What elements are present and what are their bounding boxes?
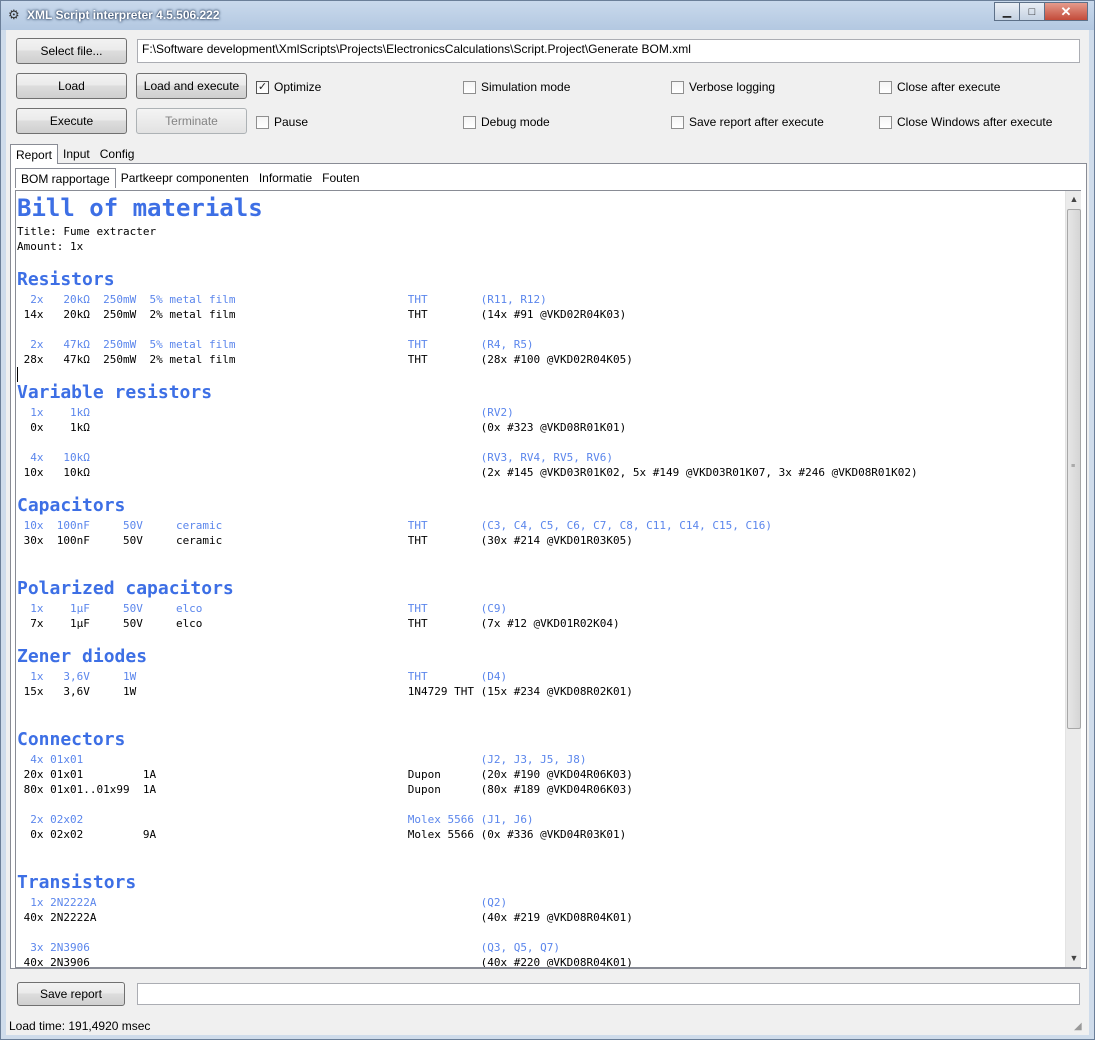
bom-line: 0x 1kΩ (0x #323 @VKD08R01K01) bbox=[17, 421, 627, 434]
bom-report-view[interactable]: Bill of materials Title: Fume extracter … bbox=[16, 191, 1065, 967]
optimize-label: Optimize bbox=[274, 80, 322, 94]
section-variable-resistors: Variable resistors bbox=[17, 382, 213, 403]
optimize-checkbox[interactable]: ✓ Optimize bbox=[256, 79, 321, 95]
bom-line: 40x 2N2222A (40x #219 @VKD08R04K01) bbox=[17, 911, 633, 924]
bom-line: 1x 1kΩ (RV2) bbox=[17, 406, 514, 419]
bom-line: 1x 1µF 50V elco THT (C9) bbox=[17, 602, 508, 615]
bom-line: 28x 47kΩ 250mW 2% metal film THT (28x #1… bbox=[17, 353, 633, 366]
checkmark-icon: ✓ bbox=[256, 80, 269, 94]
bom-line: 2x 47kΩ 250mW 5% metal film THT (R4, R5) bbox=[17, 338, 534, 351]
close-button[interactable]: ✕ bbox=[1044, 2, 1088, 21]
bom-line: 20x 01x01 1A Dupon (20x #190 @VKD04R06K0… bbox=[17, 768, 633, 781]
gear-app-icon: ⚙ bbox=[8, 7, 20, 22]
execute-button[interactable]: Execute bbox=[16, 108, 127, 134]
resize-grip-icon[interactable]: ◢ bbox=[1074, 1021, 1086, 1033]
client-area: Select file... F:\Software development\X… bbox=[6, 30, 1089, 1035]
main-window: ⚙ XML Script interpreter 4.5.506.222 ▁ □… bbox=[0, 0, 1095, 1040]
pause-checkbox[interactable]: Pause bbox=[256, 114, 308, 130]
section-polarized-capacitors: Polarized capacitors bbox=[17, 578, 234, 599]
simulation-mode-checkbox[interactable]: Simulation mode bbox=[463, 79, 570, 95]
section-connectors: Connectors bbox=[17, 729, 126, 750]
tab-bom-rapportage[interactable]: BOM rapportage bbox=[15, 168, 116, 188]
minimize-button[interactable]: ▁ bbox=[994, 2, 1020, 21]
bom-line: 2x 02x02 Molex 5566 (J1, J6) bbox=[17, 813, 534, 826]
bom-line: 0x 02x02 9A Molex 5566 (0x #336 @VKD04R0… bbox=[17, 828, 627, 841]
bom-line: 10x 100nF 50V ceramic THT (C3, C4, C5, C… bbox=[17, 519, 772, 532]
terminate-button[interactable]: Terminate bbox=[136, 108, 247, 134]
close-after-execute-label: Close after execute bbox=[897, 80, 1001, 94]
debug-mode-label: Debug mode bbox=[481, 115, 550, 129]
bom-line: 10x 10kΩ (2x #145 @VKD03R01K02, 5x #149 … bbox=[17, 466, 918, 479]
tab-informatie[interactable]: Informatie bbox=[254, 168, 317, 188]
outer-tab-strip: Report Input Config bbox=[10, 144, 139, 164]
grip-icon: ≡ bbox=[1071, 463, 1076, 470]
bom-line: 3x 2N3906 (Q3, Q5, Q7) bbox=[17, 941, 561, 954]
report-title-line: Title: Fume extracter bbox=[17, 225, 157, 238]
load-and-execute-button[interactable]: Load and execute bbox=[136, 73, 247, 99]
select-file-button[interactable]: Select file... bbox=[16, 38, 127, 64]
report-scrollbar[interactable]: ▲ ≡ ▼ bbox=[1065, 191, 1081, 967]
load-time-status: Load time: 191,4920 msec bbox=[9, 1019, 151, 1033]
scroll-thumb[interactable]: ≡ bbox=[1067, 209, 1081, 729]
bom-line: 4x 10kΩ (RV3, RV4, RV5, RV6) bbox=[17, 451, 614, 464]
text-caret bbox=[17, 367, 18, 382]
section-zener-diodes: Zener diodes bbox=[17, 646, 148, 667]
section-transistors: Transistors bbox=[17, 872, 137, 893]
report-title: Bill of materials bbox=[17, 194, 263, 222]
close-after-execute-checkbox[interactable]: Close after execute bbox=[879, 79, 1000, 95]
scroll-up-icon[interactable]: ▲ bbox=[1066, 191, 1082, 208]
pause-label: Pause bbox=[274, 115, 309, 129]
section-resistors: Resistors bbox=[17, 269, 115, 290]
bom-line: 14x 20kΩ 250mW 2% metal film THT (14x #9… bbox=[17, 308, 627, 321]
close-windows-after-execute-checkbox[interactable]: Close Windows after execute bbox=[879, 114, 1052, 130]
debug-mode-checkbox[interactable]: Debug mode bbox=[463, 114, 550, 130]
section-capacitors: Capacitors bbox=[17, 495, 126, 516]
tab-report[interactable]: Report bbox=[10, 144, 59, 164]
bom-line: 1x 2N2222A (Q2) bbox=[17, 896, 508, 909]
save-report-after-execute-label: Save report after execute bbox=[689, 115, 824, 129]
bom-line: 4x 01x01 (J2, J3, J5, J8) bbox=[17, 753, 587, 766]
title-bar[interactable]: ⚙ XML Script interpreter 4.5.506.222 ▁ □… bbox=[1, 1, 1094, 30]
window-title: XML Script interpreter 4.5.506.222 bbox=[27, 8, 220, 22]
bom-line: 1x 3,6V 1W THT (D4) bbox=[17, 670, 508, 683]
status-bar: Load time: 191,4920 msec ◢ bbox=[6, 1016, 1089, 1035]
bom-line: 15x 3,6V 1W 1N4729 THT (15x #234 @VKD08R… bbox=[17, 685, 633, 698]
maximize-button[interactable]: □ bbox=[1019, 2, 1045, 21]
bom-line: 40x 2N3906 (40x #220 @VKD08R04K01) bbox=[17, 956, 633, 967]
tab-partkeepr-componenten[interactable]: Partkeepr componenten bbox=[116, 168, 254, 188]
tab-input[interactable]: Input bbox=[58, 144, 95, 164]
status-message-field[interactable] bbox=[137, 983, 1080, 1005]
tab-config[interactable]: Config bbox=[95, 144, 140, 164]
tab-fouten[interactable]: Fouten bbox=[317, 168, 364, 188]
inner-tab-strip: BOM rapportage Partkeepr componenten Inf… bbox=[15, 168, 365, 188]
verbose-logging-label: Verbose logging bbox=[689, 80, 776, 94]
save-report-button[interactable]: Save report bbox=[17, 982, 125, 1006]
verbose-logging-checkbox[interactable]: Verbose logging bbox=[671, 79, 775, 95]
scroll-down-icon[interactable]: ▼ bbox=[1066, 950, 1082, 967]
bom-line: 7x 1µF 50V elco THT (7x #12 @VKD01R02K04… bbox=[17, 617, 620, 630]
report-amount-line: Amount: 1x bbox=[17, 240, 84, 253]
bom-line: 30x 100nF 50V ceramic THT (30x #214 @VKD… bbox=[17, 534, 633, 547]
bom-line: 2x 20kΩ 250mW 5% metal film THT (R11, R1… bbox=[17, 293, 547, 306]
close-windows-after-execute-label: Close Windows after execute bbox=[897, 115, 1053, 129]
save-report-after-execute-checkbox[interactable]: Save report after execute bbox=[671, 114, 824, 130]
bom-line: 80x 01x01..01x99 1A Dupon (80x #189 @VKD… bbox=[17, 783, 633, 796]
simulation-mode-label: Simulation mode bbox=[481, 80, 571, 94]
script-path-field[interactable]: F:\Software development\XmlScripts\Proje… bbox=[137, 39, 1080, 63]
load-button[interactable]: Load bbox=[16, 73, 127, 99]
